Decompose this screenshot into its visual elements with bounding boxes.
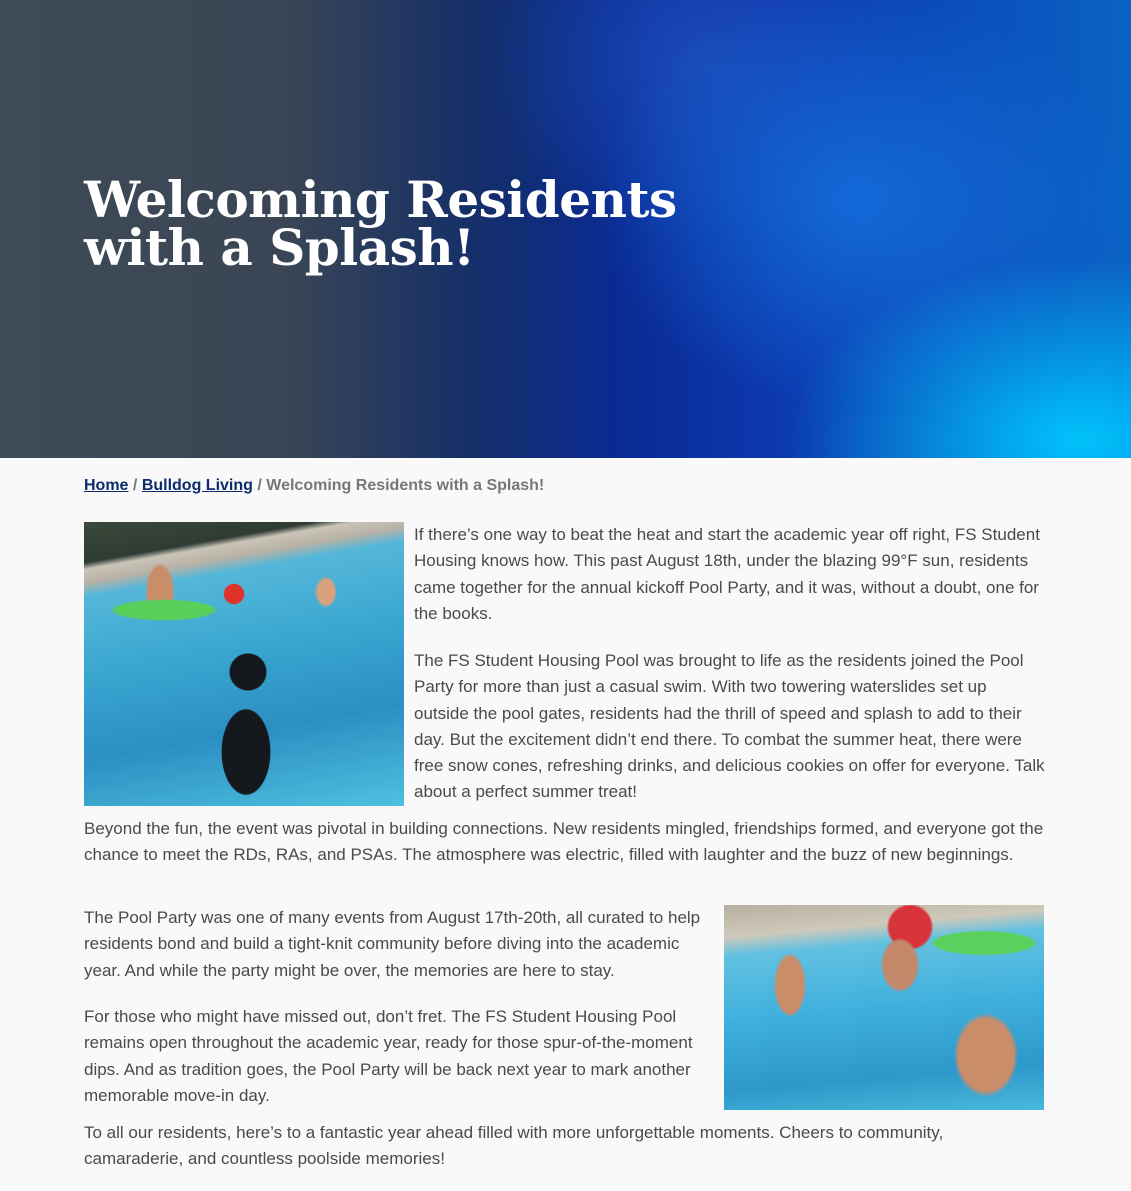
pool-party-photo-1 — [84, 522, 404, 806]
breadcrumb-current: Welcoming Residents with a Splash! — [266, 477, 545, 494]
article-content: Home / Bulldog Living / Welcoming Reside… — [84, 458, 1046, 1168]
hero-banner: Welcoming Residents with a Splash! — [0, 0, 1131, 458]
breadcrumb-separator: / — [132, 477, 138, 494]
article-paragraph-2: The FS Student Housing Pool was brought … — [414, 651, 1045, 802]
title-line-2: with a Splash! — [84, 218, 475, 277]
article-paragraph-4: The Pool Party was one of many events fr… — [84, 908, 701, 980]
page-title: Welcoming Residents with a Splash! — [84, 175, 684, 273]
article-paragraph-1: If there’s one way to beat the heat and … — [414, 525, 1040, 623]
article-paragraph-3: Beyond the fun, the event was pivotal in… — [84, 819, 1044, 865]
pool-party-photo-2 — [724, 905, 1044, 1110]
breadcrumb-separator: / — [257, 477, 262, 494]
article-paragraph-6: To all our residents, here’s to a fantas… — [84, 1123, 944, 1169]
breadcrumb-bulldog-living-link[interactable]: Bulldog Living — [142, 477, 253, 494]
article-paragraph-5: For those who might have missed out, don… — [84, 1007, 693, 1105]
breadcrumb: Home / Bulldog Living / Welcoming Reside… — [84, 475, 1046, 497]
breadcrumb-home-link[interactable]: Home — [84, 477, 128, 494]
